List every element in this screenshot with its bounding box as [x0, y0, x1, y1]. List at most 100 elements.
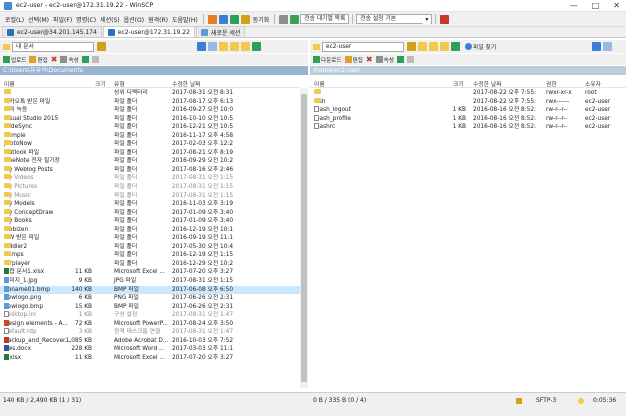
file-row[interactable]: newlogo.png 6 KB PNG 파일 2017-06-26 오전 2:31 [0, 294, 308, 303]
tab-session-1[interactable]: ec2-user@34.201.145.174 [2, 26, 102, 37]
local-drive-dropdown[interactable]: 내 문서 [12, 41, 94, 52]
close-icon[interactable]: ✕ [613, 1, 620, 10]
file-row[interactable]: .. 상위 디렉터리 2017-08-31 오전 8:31 [0, 89, 308, 98]
local-scrollbar[interactable] [300, 88, 308, 388]
download-button[interactable]: 다운로드 [313, 56, 342, 64]
home-icon[interactable] [241, 42, 250, 51]
file-row[interactable]: GW 받은 파일 파일 폴더 2016-09-19 오전 11:1 [0, 234, 308, 243]
filter-icon[interactable] [407, 42, 416, 51]
parent-dir-icon[interactable] [219, 42, 228, 51]
menu-files[interactable]: 파일(F) [51, 15, 74, 24]
properties-button[interactable]: 속성 [375, 56, 394, 64]
file-row[interactable]: Backup_and_Recover... 1,085 KB Adobe Acrob… [0, 336, 308, 346]
col-name[interactable]: 이름 [314, 79, 325, 88]
filter-icon[interactable] [97, 42, 106, 51]
local-path-bar[interactable]: C:\Users\유유식\Documents [0, 66, 308, 75]
scroll-thumb[interactable] [301, 94, 307, 382]
file-row[interactable]: .bash_profile 1 KB 2016-08-16 오전 8:52: rw-r… [310, 114, 626, 124]
menu-help[interactable]: 도움말(H) [170, 15, 200, 24]
col-changed[interactable]: 수정한 날짜 [172, 79, 201, 88]
file-row[interactable]: Visual Studio 2015 파일 폴더 2016-10-10 오전 10:… [0, 114, 308, 124]
file-row[interactable]: protoNow 파일 폴더 2017-02-03 오후 12:2 [0, 140, 308, 149]
menu-session[interactable]: 세션(S) [98, 15, 122, 24]
col-name[interactable]: 이름 [4, 79, 15, 88]
col-size[interactable]: 크기 [453, 79, 464, 88]
menu-options[interactable]: 옵션(O) [122, 15, 146, 24]
filter-button[interactable] [91, 56, 99, 63]
root-dir-icon[interactable] [429, 42, 438, 51]
delete-button[interactable]: ✖ [51, 55, 58, 64]
upload-button[interactable]: 업로드 [3, 56, 26, 64]
forward-icon[interactable] [603, 42, 613, 51]
parent-dir-icon[interactable] [418, 42, 427, 51]
file-row[interactable]: My Books 파일 폴더 2017-01-09 오후 3:40 [0, 217, 308, 226]
minimize-icon[interactable]: — [570, 1, 578, 10]
menu-mark[interactable]: 선택(M) [26, 15, 51, 24]
maximize-icon[interactable]: □ [592, 1, 600, 10]
new-folder-button[interactable] [81, 56, 89, 63]
file-row[interactable]: aws.docx 228 KB Microsoft Word ... 2017-03-… [0, 345, 308, 354]
col-type[interactable]: 유형 [114, 79, 125, 88]
new-folder-button[interactable] [396, 56, 404, 63]
back-icon[interactable] [197, 42, 206, 51]
edit-button[interactable]: 편집 [344, 56, 363, 64]
file-row[interactable]: Outlook 파일 파일 폴더 2017-08-21 오후 8:19 [0, 148, 308, 158]
menu-commands[interactable]: 명령(C) [74, 15, 98, 24]
home-icon[interactable] [440, 42, 449, 51]
delete-button[interactable]: ✖ [366, 55, 373, 64]
file-row[interactable]: noname01.bmp 140 KB BMP 파일 2017-06-08 오후 6:… [0, 285, 308, 295]
col-changed[interactable]: 수정한 날짜 [473, 79, 502, 88]
back-icon[interactable] [592, 42, 602, 51]
file-row[interactable]: My Models 파일 폴더 2016-11-03 오후 3:19 [0, 200, 308, 209]
col-owner[interactable]: 소유자 [585, 79, 601, 88]
file-row[interactable]: desktop.ini 1 KB 구성 설정 2017-08-31 오전 1:47 [0, 311, 308, 320]
queue-icon[interactable] [279, 14, 289, 24]
col-rights[interactable]: 권한 [546, 79, 557, 88]
menu-local[interactable]: 로컬(L) [3, 15, 26, 24]
refresh-icon[interactable] [451, 42, 460, 51]
synchronize-browse-icon[interactable] [229, 14, 239, 24]
menu-remote[interactable]: 원격(R) [146, 15, 170, 24]
file-row[interactable]: newlogo.bmp 15 KB BMP 파일 2017-06-26 오전 2:31 [0, 302, 308, 312]
file-row[interactable]: 2.xlsx 11 KB Microsoft Excel ... 2017-07-20… [0, 353, 308, 363]
remote-drive-dropdown[interactable]: ec2-user [322, 41, 404, 52]
file-row[interactable]: My Music 파일 폴더 2017-08-31 오전 1:15 [0, 191, 308, 201]
preferences-icon[interactable] [440, 14, 450, 24]
filter-button[interactable] [406, 56, 414, 63]
queue-list-dropdown[interactable]: 전송 대기열 목록 [300, 14, 350, 24]
file-row[interactable]: My ConceptDraw 파일 폴더 2017-01-09 오후 3:40 [0, 208, 308, 218]
col-size[interactable]: 크기 [95, 79, 106, 88]
file-row[interactable]: .bashrc 1 KB 2016-08-16 오전 8:52: rw-r--r-- e… [310, 123, 626, 132]
properties-button[interactable]: 속성 [60, 56, 79, 64]
file-row[interactable]: 소리 녹음 파일 폴더 2016-09-27 오전 10:0 [0, 106, 308, 115]
file-row[interactable]: My Pictures 파일 폴더 2017-08-31 오전 1:15 [0, 183, 308, 192]
queue-play-icon[interactable] [290, 14, 300, 24]
file-row[interactable]: My Videos 파일 폴더 2017-08-31 오전 1:15 [0, 174, 308, 183]
tab-new-session[interactable]: 새로운 세션 [195, 26, 246, 37]
file-row[interactable]: My Weblog Posts 파일 폴더 2017-08-16 오후 2:46 [0, 165, 308, 175]
find-files-button[interactable]: 파일 찾기 [465, 42, 496, 51]
compare-icon[interactable] [218, 14, 228, 24]
file-row[interactable]: Fiddler2 파일 폴더 2017-05-30 오전 10:4 [0, 242, 308, 252]
forward-icon[interactable] [208, 42, 217, 51]
sync-icon[interactable] [240, 14, 250, 24]
refresh-icon[interactable] [252, 42, 261, 51]
file-row[interactable]: SlideSync 파일 폴더 2016-12-21 오전 10:5 [0, 123, 308, 132]
sync-button[interactable]: 동기화 [251, 15, 272, 24]
file-row[interactable]: Airplayer 파일 폴더 2016-12-29 오전 10:2 [0, 259, 308, 269]
file-row[interactable]: 통합 문서1.xlsx 11 KB Microsoft Excel ... 2017-… [0, 268, 308, 277]
file-row[interactable]: dumps 파일 폴더 2016-12-19 오전 1:15 [0, 251, 308, 260]
tab-session-2[interactable]: ec2-user@172.31.19.22 [102, 26, 195, 37]
file-row[interactable]: Mobizen 파일 폴더 2016-12-19 오전 10:1 [0, 225, 308, 235]
file-row[interactable]: .. 2017-08-22 오후 7:55: rwxr-xr-x root [310, 89, 626, 98]
root-dir-icon[interactable] [230, 42, 239, 51]
file-row[interactable]: Sample 파일 폴더 2016-11-17 오후 4:58 [0, 131, 308, 141]
transfer-settings-chevron-icon[interactable]: ▾ [422, 14, 432, 24]
file-row[interactable]: Design elements - A... 72 KB Microsoft Pow… [0, 319, 308, 329]
transfer-settings-dropdown[interactable]: 전송 설정 기본 [356, 14, 433, 24]
file-row[interactable]: 이미지_1.jpg 9 KB JPG 파일 2017-08-31 오전 1:15 [0, 277, 308, 286]
edit-button[interactable]: 편집 [29, 56, 48, 64]
file-row[interactable]: .bash_logout 1 KB 2016-08-16 오전 8:52: rw-r-… [310, 106, 626, 115]
remote-path-bar[interactable]: /home/ec2-user [310, 66, 626, 75]
file-row[interactable]: OneNote 전자 필기장 파일 폴더 2016-09-29 오전 10:2 [0, 157, 308, 166]
